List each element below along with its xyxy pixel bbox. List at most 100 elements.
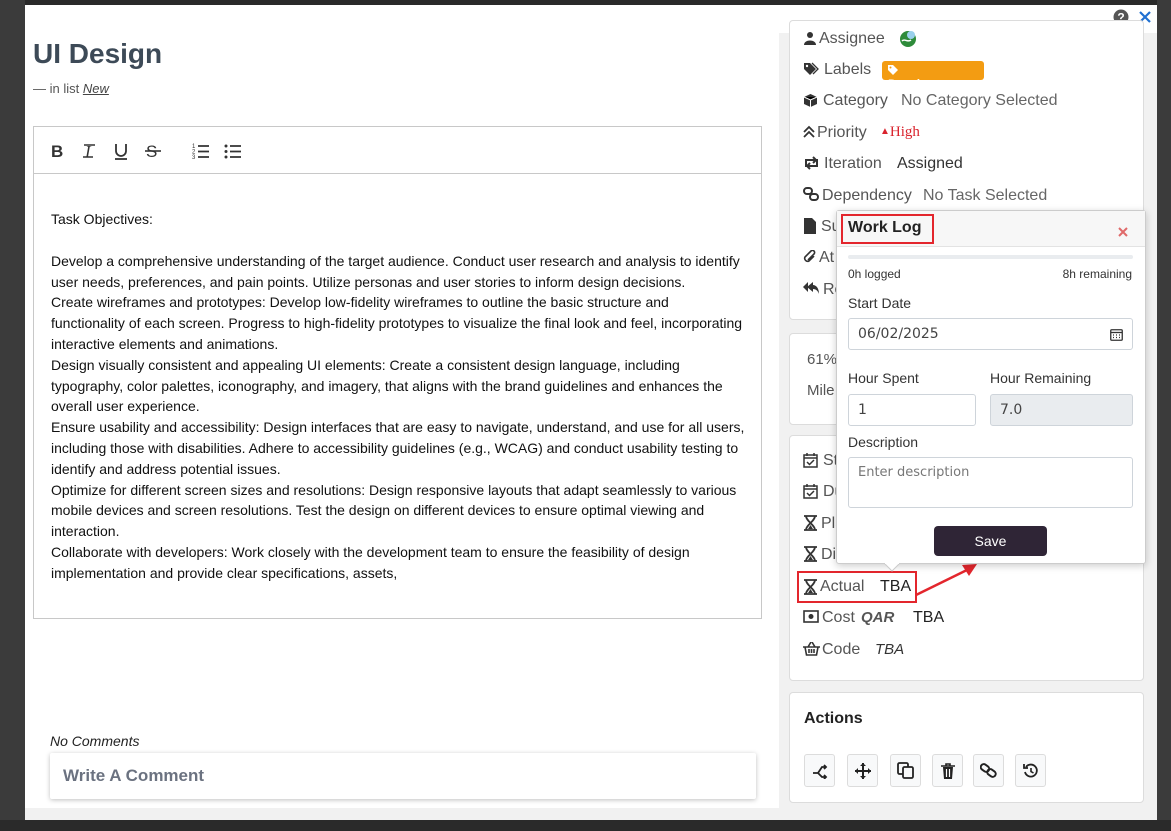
save-button[interactable]: Save	[934, 526, 1047, 556]
close-icon[interactable]	[1116, 225, 1130, 239]
calendar-check-icon	[803, 483, 818, 499]
hour-spent-input[interactable]: 1	[848, 394, 976, 426]
no-comments-text: No Comments	[50, 733, 140, 749]
reply-all-icon	[803, 281, 820, 295]
description-label: Description	[848, 434, 919, 450]
in-list-prefix: — in list	[33, 81, 80, 96]
cost-label: Cost	[822, 609, 855, 626]
link-icon	[980, 762, 997, 779]
editor-content[interactable]: Task Objectives: Develop a comprehensive…	[51, 209, 745, 584]
svg-text:3: 3	[192, 155, 196, 161]
description-textarea[interactable]	[848, 457, 1133, 508]
comment-box	[50, 753, 756, 799]
calendar-icon[interactable]	[1110, 328, 1123, 341]
link-button[interactable]	[973, 754, 1004, 787]
hourglass-icon	[804, 515, 817, 531]
backdrop-left	[0, 0, 25, 831]
link-icon	[803, 187, 819, 201]
dependency-label: Dependency	[822, 187, 912, 204]
actions-card	[789, 692, 1144, 803]
retweet-icon	[803, 156, 820, 170]
code-label: Code	[822, 641, 861, 658]
ordered-list-icon[interactable]: 123	[191, 141, 211, 161]
trash-icon	[940, 762, 955, 779]
paperclip-icon	[803, 250, 817, 264]
dependency-value[interactable]: No Task Selected	[923, 187, 1047, 205]
box-icon	[803, 93, 818, 107]
annotation-arrow	[914, 562, 979, 598]
actions-title: Actions	[804, 710, 863, 727]
actual-label: Actual	[820, 578, 865, 595]
remaining-text: 8h remaining	[1062, 267, 1132, 281]
priority-value[interactable]: ▲High	[880, 124, 920, 141]
history-button[interactable]	[1015, 754, 1046, 787]
priority-value-text: High	[889, 124, 920, 140]
task-list-info: — in list New	[33, 81, 109, 96]
editor-paragraph: Develop a comprehensive understanding of…	[51, 252, 740, 290]
move-icon	[854, 762, 872, 780]
assignee-avatar[interactable]	[898, 29, 918, 49]
start-date-label: Start Date	[848, 295, 912, 311]
assignee-label: Assignee	[819, 30, 885, 47]
attachment-label: At	[819, 249, 835, 266]
actual-value[interactable]: TBA	[880, 578, 911, 596]
calendar-check-icon	[803, 452, 818, 468]
backdrop-bottom	[0, 820, 1171, 831]
category-value[interactable]: No Category Selected	[901, 92, 1058, 110]
money-bill-icon	[803, 610, 819, 624]
popover-arrow	[884, 563, 900, 572]
milestone-label: Mile	[807, 382, 835, 399]
category-label: Category	[823, 92, 888, 109]
delete-button[interactable]	[932, 754, 963, 787]
caret-up-icon: ▲	[880, 126, 890, 137]
user-icon	[803, 31, 817, 45]
strikethrough-icon[interactable]: S	[143, 141, 163, 161]
logged-text: 0h logged	[848, 267, 901, 281]
list-link[interactable]: New	[83, 81, 109, 96]
branch-button[interactable]	[804, 754, 835, 787]
editor-paragraph: Ensure usability and accessibility: Desi…	[51, 419, 745, 477]
iteration-label: Iteration	[824, 155, 882, 172]
cost-currency: QAR	[861, 609, 895, 626]
tags-icon	[803, 62, 819, 76]
editor-paragraph: Optimize for different screen sizes and …	[51, 481, 737, 540]
editor-heading: Task Objectives:	[51, 211, 153, 227]
start-date-value: 06/02/2025	[858, 326, 939, 342]
work-log-popover	[836, 210, 1146, 564]
underline-icon[interactable]	[111, 141, 131, 161]
task-title: UI Design	[33, 38, 163, 69]
hour-remaining-label: Hour Remaining	[990, 370, 1092, 386]
bullet-list-icon[interactable]	[223, 141, 243, 161]
cost-value[interactable]: TBA	[913, 609, 944, 627]
labels-label: Labels	[824, 61, 872, 78]
history-icon	[1022, 763, 1039, 779]
label-badge-text: Development	[888, 77, 964, 91]
branch-icon	[812, 763, 828, 779]
italic-icon[interactable]: I	[80, 141, 100, 161]
progress-percent: 61%	[807, 351, 838, 368]
move-button[interactable]	[847, 754, 878, 787]
comment-input[interactable]	[50, 753, 756, 799]
copy-icon	[897, 762, 914, 779]
file-icon	[804, 218, 816, 234]
work-log-progress-track	[848, 255, 1133, 259]
hourglass-icon	[804, 546, 817, 562]
chevrons-up-icon	[803, 125, 817, 139]
duration-label: Di	[821, 546, 837, 563]
editor-paragraph: Collaborate with developers: Work closel…	[51, 543, 690, 581]
editor-paragraph: Create wireframes and prototypes: Develo…	[51, 294, 743, 352]
iteration-value[interactable]: Assigned	[897, 155, 963, 173]
start-date-input[interactable]: 06/02/2025	[848, 318, 1133, 350]
copy-button[interactable]	[890, 754, 921, 787]
priority-label: Priority	[817, 124, 867, 141]
work-log-title: Work Log	[848, 219, 922, 236]
label-badge[interactable]: Development	[882, 61, 984, 91]
bold-icon[interactable]: B	[48, 141, 68, 161]
code-value[interactable]: TBA	[875, 641, 904, 658]
svg-text:B: B	[51, 142, 63, 161]
editor-paragraph: Design visually consistent and appealing…	[51, 356, 723, 415]
backdrop-right	[1157, 0, 1171, 831]
hour-spent-label: Hour Spent	[848, 370, 919, 386]
basket-icon	[803, 642, 820, 656]
tag-icon	[888, 65, 898, 75]
